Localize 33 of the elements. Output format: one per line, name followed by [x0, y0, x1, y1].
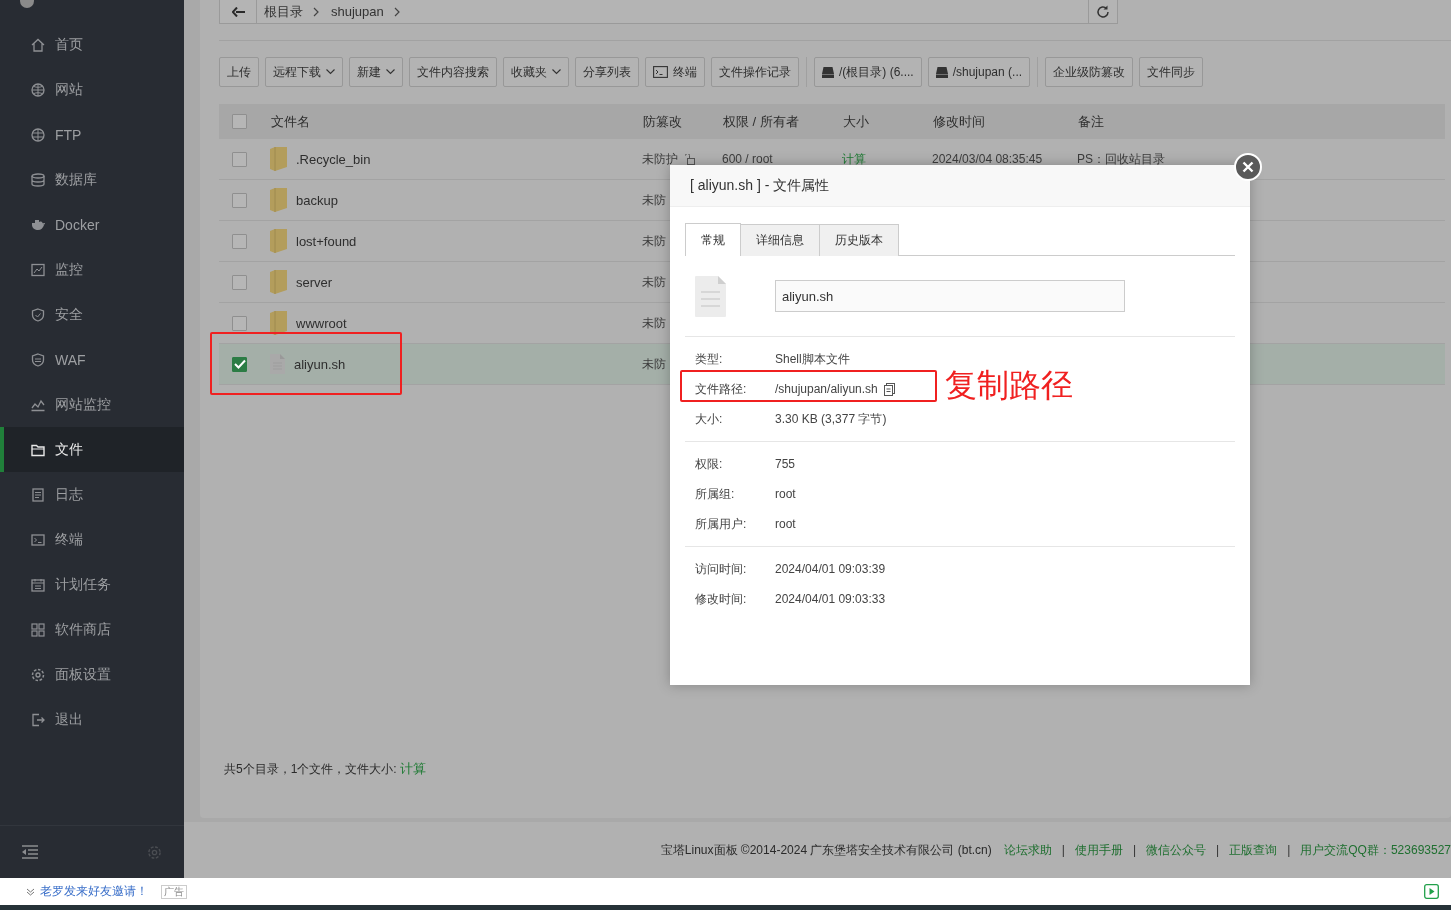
separator-text: |: [1132, 843, 1136, 857]
summary-text: 共5个目录，1个文件，文件大小:: [224, 762, 398, 776]
field-value: 755: [775, 457, 796, 471]
field-label: 类型:: [695, 350, 724, 368]
field-label: 修改时间:: [695, 590, 748, 608]
field-value: 2024/04/01 09:03:39: [775, 562, 886, 576]
field-value: 2024/04/01 09:03:33: [775, 592, 886, 606]
protection-status: 未防: [642, 232, 666, 250]
modified-time: 2024/03/04 08:35:45: [932, 152, 1043, 166]
field-value: root: [775, 517, 796, 531]
protection-status: 未防: [642, 314, 666, 332]
ad-tag: 广告: [161, 884, 187, 899]
protection-status: 未防: [642, 191, 666, 209]
protection-status: 未防: [642, 273, 666, 291]
field-label: 访问时间:: [695, 560, 748, 578]
separator-text: |: [1061, 843, 1065, 857]
protection-status: 未防: [642, 355, 666, 373]
field-value: Shell脚本文件: [775, 350, 850, 368]
copyright-text: 宝塔Linux面板 ©2014-2024 广东堡塔安全技术有限公司 (bt.cn): [660, 841, 992, 859]
field-label: 所属用户:: [695, 515, 748, 533]
separator-text: |: [1216, 843, 1220, 857]
field-label: 权限:: [695, 455, 724, 473]
annotation-label: 复制路径: [945, 366, 1073, 405]
field-value: 3.30 KB (3,377 字节): [775, 410, 887, 428]
note-text: PS：回收站目录: [1077, 150, 1165, 168]
field-label: 所属组:: [695, 485, 736, 503]
protection-status: 未防护: [642, 150, 678, 168]
field-label: 大小:: [695, 410, 724, 428]
field-value: root: [775, 487, 796, 501]
permission-text: 600 / root: [722, 152, 773, 166]
field-value: /shujupan/aliyun.sh: [775, 382, 878, 396]
separator-text: |: [1287, 843, 1291, 857]
field-label: 文件路径:: [695, 380, 748, 398]
